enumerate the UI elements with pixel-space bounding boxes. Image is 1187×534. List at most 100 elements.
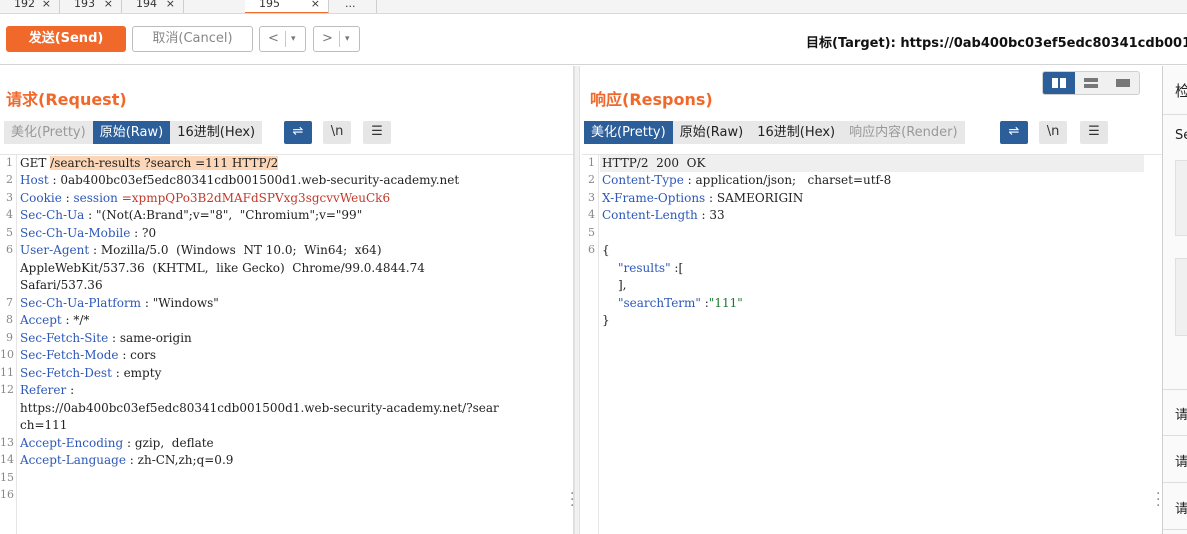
inspector-section-box[interactable] bbox=[1175, 160, 1187, 236]
request-line-4: Sec-Ch-Ua : "(Not(A:Brand";v="8", "Chrom… bbox=[20, 208, 362, 222]
tab-pretty[interactable]: 美化(Pretty) bbox=[4, 121, 93, 144]
resize-handle-icon[interactable]: · · · bbox=[1156, 487, 1160, 513]
header-key: Sec-Fetch-Mode bbox=[20, 348, 119, 362]
tab-raw[interactable]: 原始(Raw) bbox=[92, 121, 171, 144]
request-line-11: Sec-Fetch-Dest : empty bbox=[20, 366, 161, 380]
tab-label: 192 bbox=[14, 0, 35, 10]
send-button[interactable]: 发送(Send) bbox=[6, 26, 126, 52]
chevron-down-icon[interactable]: ▾ bbox=[345, 27, 350, 51]
response-line-4: Content-Length : 33 bbox=[602, 208, 725, 222]
json-key: "searchTerm" bbox=[618, 296, 701, 310]
header-value: : "Windows" bbox=[141, 296, 219, 310]
header-key: Accept-Encoding bbox=[20, 436, 124, 450]
cancel-button[interactable]: 取消(Cancel) bbox=[132, 26, 253, 52]
response-panel: 响应(Respons) 美化(Pretty) 原始(Raw) 16进制(Hex)… bbox=[580, 66, 1162, 534]
close-icon[interactable]: × bbox=[42, 0, 51, 12]
tab-193[interactable]: 193 × bbox=[60, 0, 122, 13]
line-number: 1 bbox=[6, 156, 13, 169]
line-number: 2 bbox=[588, 173, 595, 186]
inspector-section-box[interactable] bbox=[1175, 258, 1187, 336]
tab-hex[interactable]: 16进制(Hex) bbox=[170, 121, 263, 144]
wrap-lines-icon[interactable]: ⇌ bbox=[284, 121, 312, 144]
request-path-highlight: /search-results ?search =111 HTTP/2 bbox=[50, 156, 279, 170]
header-key: Content-Type bbox=[602, 173, 684, 187]
header-value: : Mozilla/5.0 (Windows NT 10.0; Win64; x… bbox=[89, 243, 382, 257]
divider bbox=[1163, 114, 1187, 115]
request-line-1: GET /search-results ?search =111 HTTP/2 bbox=[20, 156, 279, 170]
toolbar: 发送(Send) 取消(Cancel) < ▾ > ▾ 目标(Target): … bbox=[0, 15, 1187, 65]
line-number: 3 bbox=[588, 191, 595, 204]
layout-stacked-icon[interactable] bbox=[1075, 72, 1107, 94]
inspector-item[interactable]: 请 bbox=[1175, 498, 1187, 517]
header-value: : 33 bbox=[697, 208, 725, 222]
request-line-6-cont: AppleWebKit/537.36 (KHTML, like Gecko) C… bbox=[20, 261, 425, 275]
json-punct: :[ bbox=[670, 261, 684, 275]
request-line-5: Sec-Ch-Ua-Mobile : ?0 bbox=[20, 226, 156, 240]
close-icon[interactable]: × bbox=[311, 0, 320, 12]
request-editor[interactable]: 1 2 3 4 5 6 7 8 9 10 11 12 13 14 15 16 G… bbox=[0, 154, 574, 534]
tab-192[interactable]: 192 × bbox=[0, 0, 60, 13]
inspector-section-label: Se bbox=[1175, 128, 1187, 143]
tab-more[interactable]: ... bbox=[329, 0, 377, 13]
menu-icon[interactable]: ☰ bbox=[1080, 121, 1108, 144]
wrap-lines-icon[interactable]: ⇌ bbox=[1000, 121, 1028, 144]
header-key: Sec-Fetch-Site bbox=[20, 331, 109, 345]
tab-raw[interactable]: 原始(Raw) bbox=[672, 121, 751, 144]
target-url[interactable]: 目标(Target): https://0ab400bc03ef5edc8034… bbox=[806, 32, 1187, 51]
tab-hex[interactable]: 16进制(Hex) bbox=[750, 121, 843, 144]
line-number: 8 bbox=[6, 313, 13, 326]
inspector-panel: 检 Se 请 请 请 bbox=[1162, 66, 1187, 534]
close-icon[interactable]: × bbox=[104, 0, 113, 12]
divider bbox=[1163, 482, 1187, 483]
tab-195[interactable]: 195 × bbox=[245, 0, 329, 13]
response-line-2: Content-Type : application/json; charset… bbox=[602, 173, 891, 187]
request-line-13: Accept-Encoding : gzip, deflate bbox=[20, 436, 214, 450]
request-line-3: Cookie : session =xpmpQPo3B2dMAFdSPVxg3s… bbox=[20, 191, 390, 205]
history-forward-button[interactable]: > ▾ bbox=[313, 26, 360, 52]
header-separator: : bbox=[61, 191, 74, 205]
header-value: : same-origin bbox=[108, 331, 192, 345]
close-icon[interactable]: × bbox=[166, 0, 175, 12]
header-key: Content-Length bbox=[602, 208, 698, 222]
header-value: : bbox=[66, 383, 75, 397]
inspector-heading: 检 bbox=[1175, 82, 1187, 100]
header-key: Host bbox=[20, 173, 49, 187]
header-value: : */* bbox=[61, 313, 90, 327]
tab-pretty[interactable]: 美化(Pretty) bbox=[584, 121, 673, 144]
line-number: 14 bbox=[0, 453, 14, 466]
divider bbox=[339, 31, 340, 47]
json-punct: : bbox=[700, 296, 709, 310]
line-gutter: 1 2 3 4 5 6 7 8 9 10 11 12 13 14 15 16 bbox=[0, 155, 17, 534]
json-string-value: "111" bbox=[708, 296, 743, 310]
response-editor[interactable]: 1 2 3 4 5 6 HTTP/2 200 OK Content-Type :… bbox=[582, 154, 1162, 534]
line-number: 7 bbox=[6, 296, 13, 309]
tab-label: 195 bbox=[259, 0, 280, 10]
header-value: : empty bbox=[111, 366, 162, 380]
cookie-value: =xpmpQPo3B2dMAFdSPVxg3sgcvvWeuCk6 bbox=[117, 191, 391, 205]
header-key: Sec-Ch-Ua bbox=[20, 208, 85, 222]
divider bbox=[1163, 529, 1187, 530]
json-key: "results" bbox=[618, 261, 671, 275]
tab-194[interactable]: 194 × bbox=[122, 0, 184, 13]
newline-icon[interactable]: \n bbox=[1039, 121, 1067, 144]
header-value: : "(Not(A:Brand";v="8", "Chromium";v="99… bbox=[84, 208, 363, 222]
json-close-brace: } bbox=[602, 313, 610, 327]
line-number: 15 bbox=[0, 471, 14, 484]
tab-render[interactable]: 响应内容(Render) bbox=[842, 121, 965, 144]
header-key: Sec-Ch-Ua-Mobile bbox=[20, 226, 131, 240]
status-line: HTTP/2 200 OK bbox=[602, 156, 706, 170]
line-number: 5 bbox=[6, 226, 13, 239]
header-key: Accept-Language bbox=[20, 453, 126, 467]
newline-icon[interactable]: \n bbox=[323, 121, 351, 144]
inspector-item[interactable]: 请 bbox=[1175, 451, 1187, 470]
layout-side-by-side-icon[interactable] bbox=[1043, 72, 1075, 94]
inspector-item[interactable]: 请 bbox=[1175, 404, 1187, 423]
history-back-button[interactable]: < ▾ bbox=[259, 26, 306, 52]
layout-tabs-icon[interactable] bbox=[1107, 72, 1139, 94]
line-number: 11 bbox=[0, 366, 14, 379]
tab-label: 194 bbox=[136, 0, 157, 10]
response-title: 响应(Respons) bbox=[590, 90, 713, 109]
menu-icon[interactable]: ☰ bbox=[363, 121, 391, 144]
divider bbox=[1163, 435, 1187, 436]
chevron-down-icon[interactable]: ▾ bbox=[291, 27, 296, 51]
